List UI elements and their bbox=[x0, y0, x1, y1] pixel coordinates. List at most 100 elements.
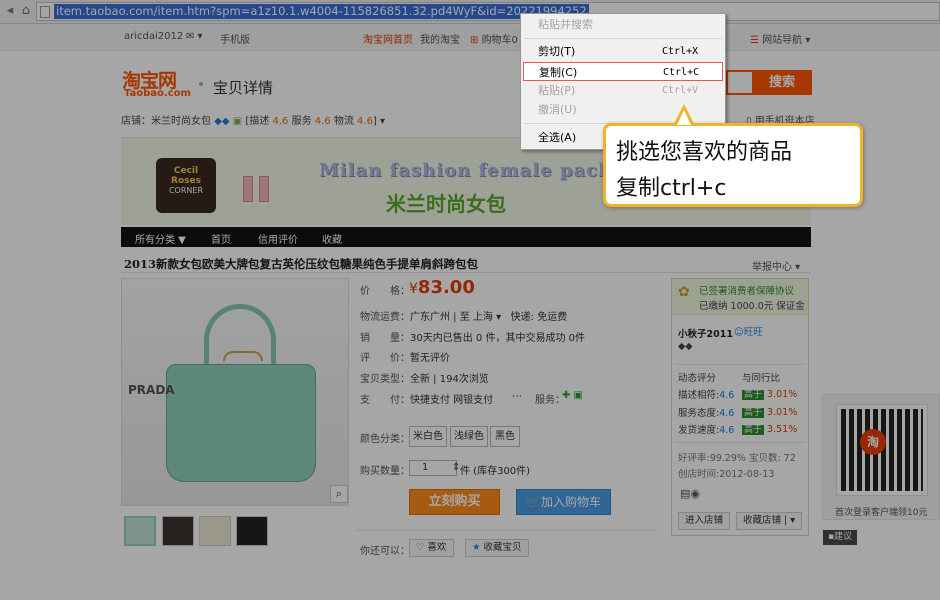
created-date: 创店时间:2012-08-13 bbox=[678, 469, 775, 480]
mobile-link[interactable]: 手机版 bbox=[220, 31, 250, 46]
color-label: 颜色分类： bbox=[360, 434, 410, 445]
callout-line-2: 复制ctrl+c bbox=[616, 176, 727, 201]
site-nav-link[interactable]: ☰ 网站导航 ▾ bbox=[750, 31, 810, 46]
shop-nav-home[interactable]: 首页 bbox=[211, 231, 231, 246]
score-compare-3: 高于 3.51% bbox=[742, 424, 798, 435]
color-option-1[interactable]: 米白色 bbox=[409, 426, 447, 447]
more-icon[interactable]: ⋯ bbox=[512, 391, 522, 402]
menu-icon: ☰ bbox=[750, 35, 763, 46]
guarantee-text: 已签署消费者保障协议 bbox=[699, 286, 795, 297]
type-value: 全新 | 194次浏览 bbox=[410, 374, 489, 385]
divider bbox=[121, 272, 811, 273]
menu-item-paste-search: 粘贴并搜索 bbox=[538, 18, 593, 31]
score-row-1: 描述相符:4.6 bbox=[678, 390, 735, 401]
separator-dot bbox=[199, 82, 203, 86]
banner-english-text: Milan fashion female pack bbox=[319, 160, 612, 181]
diamond-icon: ◆◆ bbox=[214, 116, 233, 127]
shop-nav-reviews[interactable]: 信用评价 bbox=[258, 231, 298, 246]
bag-brand-text: PRADA bbox=[128, 383, 175, 397]
color-option-2[interactable]: 浅绿色 bbox=[450, 426, 488, 447]
bag-clasp bbox=[223, 351, 263, 361]
back-icon[interactable]: ◂ bbox=[2, 3, 18, 19]
banner-chinese-text: 米兰时尚女包 bbox=[386, 192, 506, 216]
service-label: 服务： bbox=[535, 395, 565, 406]
page-icon bbox=[40, 6, 50, 18]
guarantee-box[interactable]: ✿ 已签署消费者保障协议 已缴纳 1000.0元 保证金 bbox=[672, 279, 808, 315]
menu-item-copy[interactable]: 复制(C) Ctrl+C bbox=[523, 62, 723, 81]
tmall-icon: ▣ bbox=[232, 116, 246, 127]
diamond-icon: ◆◆ bbox=[678, 341, 693, 352]
rating-label: 评 价： bbox=[360, 353, 410, 364]
page-title: 宝贝详情 bbox=[213, 79, 274, 97]
add-to-cart-button[interactable]: 🛒加入购物车 bbox=[516, 489, 611, 515]
qr-panel[interactable]: 淘 首次登录客户端领10元 bbox=[822, 394, 940, 520]
report-link[interactable]: 举报中心 ▾ bbox=[752, 258, 800, 273]
heart-icon: ♡ bbox=[416, 542, 428, 553]
fav-shop-button[interactable]: 收藏店铺 | ▾ bbox=[736, 512, 803, 530]
color-option-3[interactable]: 黑色 bbox=[490, 426, 520, 447]
contact-icon[interactable]: ▤◉ bbox=[680, 487, 700, 500]
home-link[interactable]: 淘宝网首页 bbox=[363, 31, 413, 46]
sales-value: 30天内已售出 0 件，其中交易成功 0件 bbox=[410, 333, 585, 344]
shop-nav-fav[interactable]: 收藏 bbox=[322, 231, 342, 246]
address-bar: ◂ ⌂ item.taobao.com/item.htm?spm=a1z10.1… bbox=[0, 0, 940, 24]
pay-label: 支 付： bbox=[360, 395, 410, 406]
divider bbox=[675, 364, 805, 365]
shop-name-link[interactable]: 米兰时尚女包 bbox=[151, 116, 211, 127]
product-main-image[interactable]: PRADA ⌕ bbox=[121, 278, 349, 506]
service-icon: ✚ ▣ bbox=[562, 390, 584, 401]
top-nav: aricdai2012 ✉ ▾ 手机版 淘宝网首页 我的淘宝 ⊞ 购物车0 ☰ … bbox=[0, 25, 940, 51]
url-text[interactable]: item.taobao.com/item.htm?spm=a1z10.1.w40… bbox=[54, 4, 589, 19]
nail-polish-image bbox=[243, 176, 253, 202]
home-icon[interactable]: ⌂ bbox=[18, 3, 34, 19]
price-label: 价 格： bbox=[360, 286, 410, 297]
quantity-stepper[interactable]: 1 bbox=[409, 460, 457, 476]
thumbnail-1[interactable] bbox=[124, 516, 156, 546]
seller-name[interactable]: 小秋子2011 bbox=[678, 326, 733, 340]
browser-window: ◂ ⌂ item.taobao.com/item.htm?spm=a1z10.1… bbox=[0, 0, 940, 600]
good-rate: 好评率:99.29% 宝贝数: 72 bbox=[678, 453, 796, 464]
shop-nav-all[interactable]: 所有分类 ▼ bbox=[135, 231, 186, 246]
url-input[interactable]: item.taobao.com/item.htm?spm=a1z10.1.w40… bbox=[36, 2, 940, 21]
zoom-icon[interactable]: ⌕ bbox=[330, 485, 348, 503]
user-link[interactable]: aricdai2012 bbox=[124, 31, 183, 42]
deposit-text: 已缴纳 1000.0元 保证金 bbox=[699, 301, 805, 312]
search-input[interactable] bbox=[726, 70, 753, 95]
search-button[interactable]: 搜索 bbox=[752, 70, 812, 95]
suggest-button[interactable]: ▪建议 bbox=[823, 530, 857, 545]
star-icon: ★ bbox=[472, 542, 484, 553]
cart-icon: 🛒 bbox=[526, 495, 541, 509]
type-label: 宝贝类型： bbox=[360, 374, 410, 385]
cart-icon: ⊞ bbox=[470, 35, 482, 46]
callout-tail-inner bbox=[677, 110, 691, 125]
thumbnail-3[interactable] bbox=[199, 516, 231, 546]
menu-item-undo: 撤消(U) bbox=[538, 103, 577, 116]
compare-label: 与同行比 bbox=[742, 373, 781, 384]
menu-item-cut[interactable]: 剪切(T) Ctrl+X bbox=[521, 42, 725, 61]
wangwang-icon[interactable]: ☺旺旺 bbox=[734, 324, 763, 338]
callout-line-1: 挑选您喜欢的商品 bbox=[616, 140, 793, 165]
menu-item-paste: 粘贴(P) Ctrl+V bbox=[538, 84, 699, 97]
brand-badge: Cecil Roses CORNER bbox=[156, 158, 216, 213]
guarantee-icon: ✿ bbox=[678, 284, 690, 300]
enter-shop-button[interactable]: 进入店铺 bbox=[678, 512, 731, 530]
score-row-2: 服务态度:4.6 bbox=[678, 408, 735, 419]
seller-panel: ✿ 已签署消费者保障协议 已缴纳 1000.0元 保证金 小秋子2011 ☺旺旺… bbox=[671, 278, 809, 536]
mail-icon[interactable]: ✉ ▾ bbox=[186, 31, 203, 42]
like-button[interactable]: ♡ 喜欢 bbox=[409, 539, 454, 557]
thumbnail-4[interactable] bbox=[236, 516, 268, 546]
sales-label: 销 量： bbox=[360, 333, 410, 344]
qr-text: 首次登录客户端领10元 bbox=[835, 508, 928, 518]
rating-value: 暂无评价 bbox=[410, 353, 450, 364]
thumbnail-2[interactable] bbox=[162, 516, 194, 546]
price: ¥83.00 bbox=[409, 277, 475, 298]
cart-link[interactable]: ⊞ 购物车0 bbox=[470, 31, 518, 46]
my-taobao-link[interactable]: 我的淘宝 bbox=[420, 31, 460, 46]
buy-now-button[interactable]: 立刻购买 bbox=[409, 489, 500, 515]
fav-item-button[interactable]: ★ 收藏宝贝 bbox=[465, 539, 529, 557]
dynamic-score-label: 动态评分 bbox=[678, 373, 717, 384]
nail-polish-image bbox=[259, 176, 269, 202]
shipping-value: 广东广州 | 至 上海 ▾ 快递: 免运费 bbox=[410, 312, 568, 323]
tutorial-callout: 挑选您喜欢的商品 复制ctrl+c bbox=[603, 123, 863, 207]
score-compare-1: 高于 3.01% bbox=[742, 389, 798, 400]
